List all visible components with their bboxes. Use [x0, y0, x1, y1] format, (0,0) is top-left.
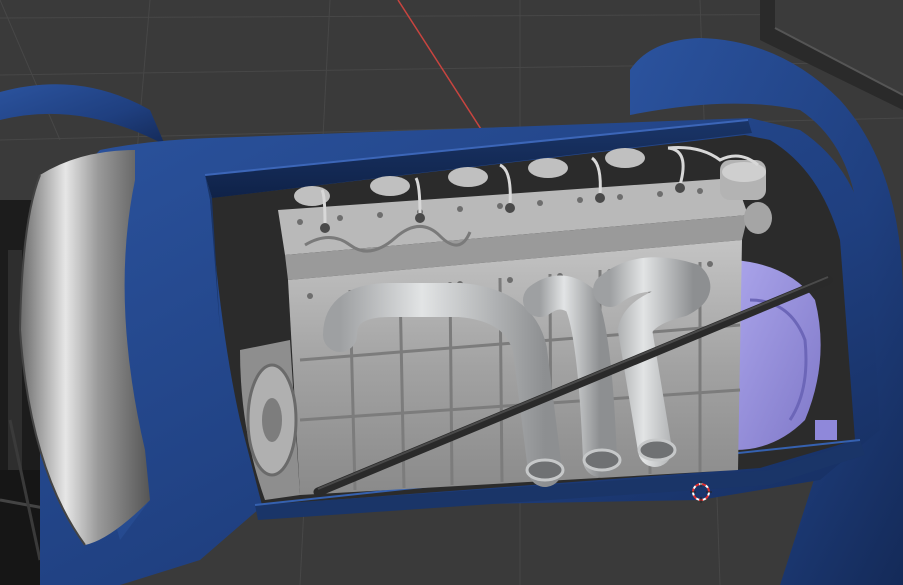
- 3d-viewport[interactable]: [0, 0, 903, 585]
- 3d-cursor-icon[interactable]: [690, 481, 712, 503]
- viewport-scene[interactable]: [0, 0, 903, 585]
